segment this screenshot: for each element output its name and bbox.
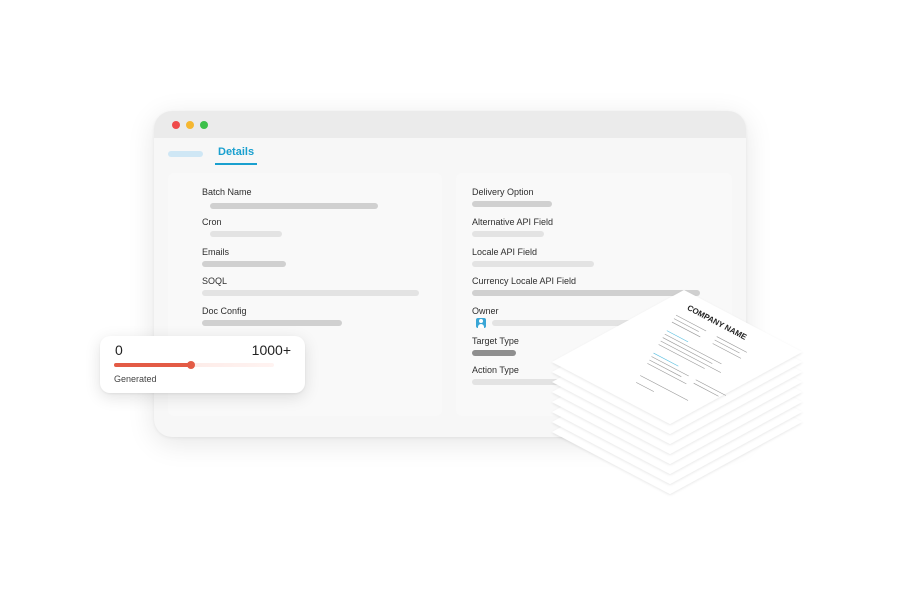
alternative-api-field-label: Alternative API Field	[472, 217, 554, 227]
action-type-label: Action Type	[472, 365, 519, 375]
illustration-stage: Details Batch Name Cron Emails SOQL Doc …	[0, 0, 900, 600]
generated-progress-track	[114, 361, 274, 369]
range-max-value: 1000+	[251, 342, 291, 358]
range-min-value: 0	[115, 342, 123, 358]
generated-progress-knob[interactable]	[186, 361, 195, 369]
generated-counter-card: 0 1000+ Generated	[100, 336, 305, 393]
batch-name-field[interactable]	[210, 203, 378, 209]
tab-details[interactable]: Details	[215, 145, 258, 165]
generated-label: Generated	[114, 374, 157, 384]
soql-field[interactable]	[202, 290, 419, 296]
document-sheets	[552, 290, 802, 494]
minimize-window-icon[interactable]	[186, 121, 194, 129]
owner-label: Owner	[472, 306, 499, 316]
tab-placeholder[interactable]	[168, 151, 203, 157]
window-titlebar	[154, 111, 746, 138]
maximize-window-icon[interactable]	[200, 121, 208, 129]
cron-label: Cron	[202, 217, 222, 227]
generated-progress-fill	[114, 363, 191, 367]
target-type-label: Target Type	[472, 336, 519, 346]
target-type-field[interactable]	[472, 350, 516, 356]
cron-field[interactable]	[210, 231, 282, 237]
emails-field[interactable]	[202, 261, 286, 267]
alternative-api-field-input[interactable]	[472, 231, 544, 237]
doc-config-field[interactable]	[202, 320, 342, 326]
user-icon	[476, 318, 486, 328]
document-stack-illustration: COMPANY NAME	[552, 290, 802, 494]
delivery-option-label: Delivery Option	[472, 187, 534, 197]
delivery-option-field[interactable]	[472, 201, 552, 207]
soql-label: SOQL	[202, 276, 228, 286]
batch-name-label: Batch Name	[202, 187, 252, 197]
close-window-icon[interactable]	[172, 121, 180, 129]
locale-api-field-label: Locale API Field	[472, 247, 538, 257]
doc-config-label: Doc Config	[202, 306, 247, 316]
locale-api-field-input[interactable]	[472, 261, 594, 267]
emails-label: Emails	[202, 247, 230, 257]
